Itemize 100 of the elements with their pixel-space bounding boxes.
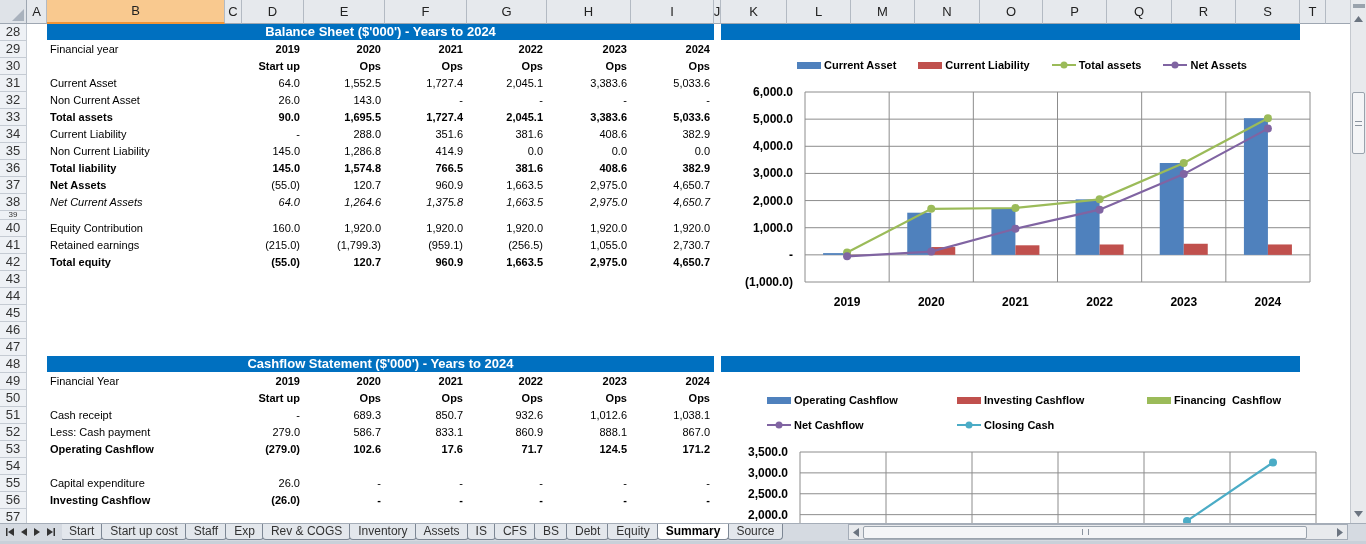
table-cell-text: 1,920.0 [673,221,710,237]
table-cell-text: 2,045.1 [506,110,543,126]
table-cell-text: 1,038.1 [673,408,710,424]
table-cell-text: 288.0 [353,127,381,143]
table-cell-text: 4,650.7 [673,195,710,211]
table-cell-text: (26.0) [271,493,300,509]
table-cell-text: - [459,493,463,509]
table-cell-text: Ops [441,59,463,75]
table-cell-text: - [296,408,300,424]
table-cell-text: 860.9 [515,425,543,441]
row-label: Current Asset [50,76,117,92]
table-cell-text: 2,045.1 [506,76,543,92]
row-label: Current Liability [50,127,127,143]
table-cell-text: 1,663.5 [506,195,543,211]
legend-label: Total assets [1078,58,1142,73]
row-label: Net Current Assets [50,195,143,211]
table-cell-text: 586.7 [353,425,381,441]
table-cell-text: Start up [258,59,300,75]
axis-label: - [789,247,793,262]
table-cell-text: 64.0 [278,195,300,211]
table-cell-text: - [296,127,300,143]
legend-label: Closing Cash [984,417,1055,433]
table-cell-text: 1,695.5 [344,110,381,126]
table-cell-text: - [539,493,543,509]
table-cell-text: 1,663.5 [506,178,543,194]
row-label: Net Assets [50,178,107,194]
table-cell-text: 2022 [518,42,543,58]
table-cell-text: (1,799.3) [336,238,381,254]
table-cell-text: 1,727.4 [426,76,463,92]
table-cell-text: - [623,93,627,109]
table-cell-text: 2023 [602,42,627,58]
axis-label: 2024 [1254,295,1282,309]
table-cell-text: 1,920.0 [344,221,381,237]
table-cell-text: 2,975.0 [590,255,627,271]
row-label: Total liability [50,161,117,177]
legend-label: Current Liability [945,58,1030,73]
table-cell-text: (279.0) [265,442,300,458]
table-cell-text: 381.6 [515,161,543,177]
row-label: Financial year [50,42,119,58]
table-cell-text: 382.9 [682,161,710,177]
axis-label: 2,000.0 [752,193,793,208]
table-cell-text: 766.5 [435,161,463,177]
row-label: Equity Contribution [50,221,143,237]
table-cell-text: 2021 [438,374,463,390]
table-cell-text: 2024 [685,374,710,390]
table-cell-text: 1,574.8 [344,161,381,177]
table-cell-text: 932.6 [515,408,543,424]
table-cell-text: 17.6 [441,442,463,458]
table-cell-text: 833.1 [435,425,463,441]
table-cell-text: Ops [605,59,627,75]
table-cell-text: 2023 [602,374,627,390]
row-label: Cash receipt [50,408,112,424]
legend-label: Net Cashflow [794,417,864,433]
table-cell-text: Ops [521,391,543,407]
axis-label: 2020 [917,295,945,309]
row-label: Capital expenditure [50,476,145,492]
table-cell-text: 145.0 [272,144,300,160]
table-cell-text: 2019 [275,374,300,390]
table-cell-text: 960.9 [435,255,463,271]
table-cell-text: 960.9 [435,178,463,194]
legend-label: Investing Cashflow [984,393,1085,408]
table-cell-text: 145.0 [272,161,300,177]
row-label: Non Current Asset [50,93,140,109]
table-cell-text: 64.0 [278,76,300,92]
table-cell-text: (55.0) [271,255,300,271]
table-cell-text: 351.6 [435,127,463,143]
table-cell-text: - [623,476,627,492]
table-cell-text: 888.1 [599,425,627,441]
row-label: Retained earnings [50,238,140,254]
table-cell-text: 3,383.6 [590,76,627,92]
table-cell-text: 2020 [356,374,381,390]
table-cell-text: 2022 [518,374,543,390]
table-cell-text: Ops [688,59,710,75]
axis-label: 6,000.0 [752,85,793,99]
table-cell-text: 0.0 [694,144,710,160]
table-cell-text: Start up [258,391,300,407]
row-label: Non Current Liability [50,144,150,160]
table-cell-text: - [706,493,710,509]
table-cell-text: 1,286.8 [344,144,381,160]
table-cell-text: 3,383.6 [590,110,627,126]
table-cell-text: 5,033.6 [673,76,710,92]
table-cell-text: Ops [359,59,381,75]
table-cell-text: 408.6 [599,161,627,177]
table-cell-text: 1,264.6 [344,195,381,211]
table-cell-text: (55.0) [271,178,300,194]
table-cell-text: 90.0 [278,110,300,126]
axis-label: 2,500.0 [747,486,788,501]
table-cell-text: 1,920.0 [506,221,543,237]
axis-label: 3,500.0 [747,445,788,459]
axis-label: 1,000.0 [752,220,793,235]
table-cell-text: Ops [605,391,627,407]
table-cell-text: 4,650.7 [673,178,710,194]
table-cell-text: 408.6 [599,127,627,143]
axis-label: 2022 [1086,295,1113,309]
legend-label: Current Asset [824,58,897,73]
table-cell-text: - [459,476,463,492]
table-cell-text: 2020 [356,42,381,58]
table-cell-text: 279.0 [272,425,300,441]
table-cell-text: 1,727.4 [426,110,463,126]
table-cell-text: 1,012.6 [590,408,627,424]
